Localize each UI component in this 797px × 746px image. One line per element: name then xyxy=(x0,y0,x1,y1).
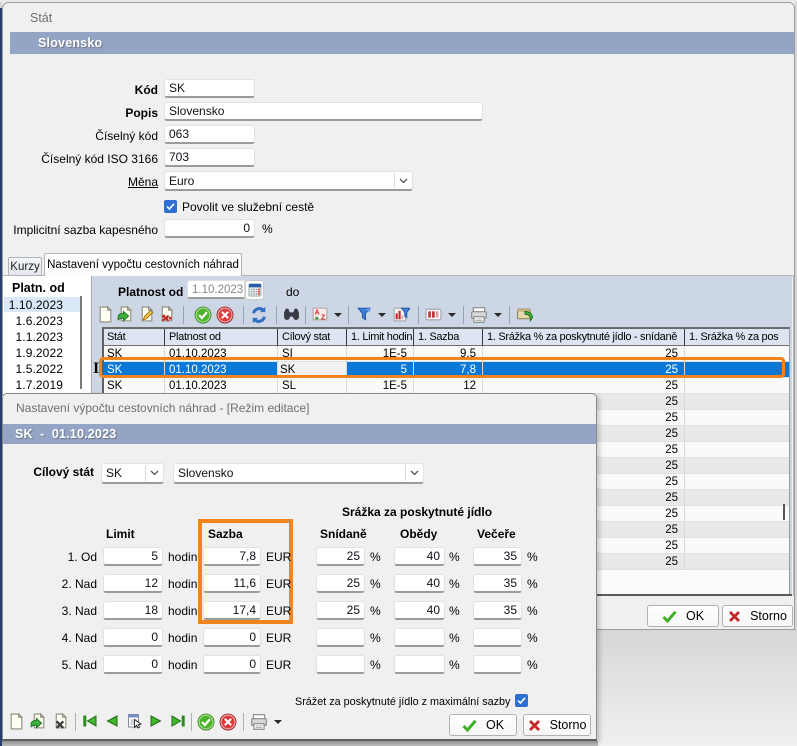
svg-text:A: A xyxy=(315,310,320,317)
